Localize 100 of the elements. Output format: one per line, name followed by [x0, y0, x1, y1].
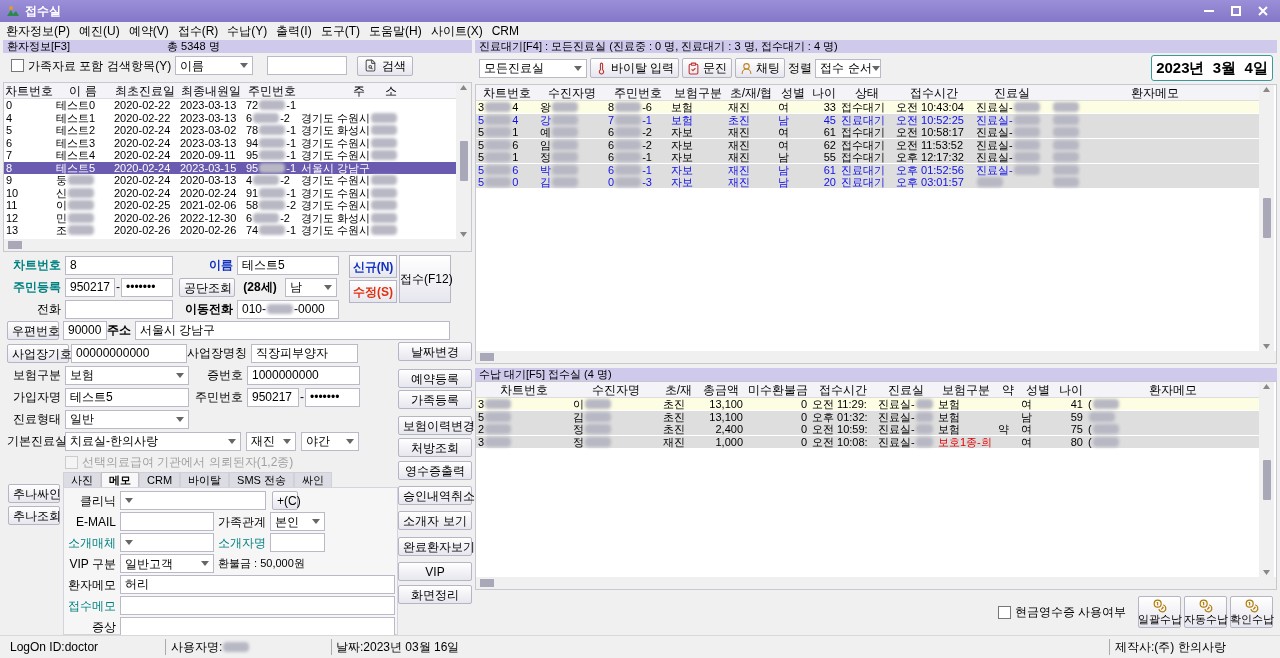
edit-button[interactable]: 수정(S) [349, 280, 397, 303]
dropdown[interactable]: 접수 순서 [815, 58, 882, 78]
table-row[interactable]: 3 정 재진 1,000 0 오전 10:08: 진료실- 보호1종-희 여 80 ( [476, 435, 1259, 448]
scrollbar[interactable] [476, 577, 1276, 589]
payment-button[interactable]: 확인수납 [1230, 596, 1273, 628]
tab[interactable]: SMS 전송 [229, 472, 294, 487]
workplace-button[interactable]: 사업장기호 [7, 343, 69, 363]
scroll-up-icon[interactable] [1263, 87, 1270, 92]
table-row[interactable]: 5 1 예 6 -2 자보 재진 여 61 접수대기 오전 10:58:17 진료실- [476, 126, 1259, 138]
lookup-button[interactable]: 공단조회 [179, 277, 235, 297]
text-field[interactable] [65, 299, 173, 319]
column-header[interactable]: 약 [996, 382, 1019, 397]
scroll-down-icon[interactable] [1263, 570, 1270, 575]
column-header[interactable]: 미수환불금 [746, 382, 810, 397]
scroll-up-icon[interactable] [460, 85, 467, 90]
text-field[interactable]: 8 [65, 255, 173, 275]
dropdown[interactable]: 모든진료실 [479, 58, 587, 78]
scrollbar[interactable] [1259, 382, 1274, 577]
side-button[interactable]: 추나조회 [8, 506, 60, 525]
text-field[interactable]: 950217 [247, 387, 299, 407]
column-header[interactable]: 환자메모 [1050, 85, 1259, 100]
column-header[interactable]: 초/재 [661, 382, 696, 397]
text-field[interactable]: 010- -0000 [237, 299, 339, 319]
scroll-down-icon[interactable] [1263, 344, 1270, 349]
menu-item[interactable]: 예약(V) [128, 22, 169, 40]
column-header[interactable]: 초/재/협 [726, 85, 776, 100]
register-button[interactable]: 접수(F12) [399, 255, 451, 303]
dropdown[interactable]: 이름 [175, 56, 254, 75]
payment-button[interactable]: 자동수납 [1184, 596, 1227, 628]
action-button[interactable]: 날짜변경 [398, 342, 472, 361]
table-row[interactable]: 3 이 초진 13,100 0 오전 11:29: 진료실- 보험 여 41 ( [476, 398, 1259, 410]
dropdown[interactable]: 일반 [65, 409, 189, 429]
tab[interactable]: 사진 [63, 472, 101, 487]
scroll-up-icon[interactable] [1263, 384, 1270, 389]
maximize-icon[interactable] [1231, 6, 1241, 16]
dropdown[interactable]: 본인 [270, 512, 325, 531]
column-header[interactable]: 수진자명 [571, 382, 661, 397]
text-field[interactable] [270, 533, 325, 552]
dropdown[interactable]: 치료실-한의사랑 [65, 431, 241, 451]
table-row[interactable]: 5 0 김 0 -3 자보 재진 남 20 진료대기 오후 03:01:57 [476, 176, 1259, 188]
dropdown[interactable]: 야간 [301, 431, 359, 451]
table-row[interactable]: 5 1 정 6 -1 자보 재진 남 55 접수대기 오후 12:17:32 진료실- [476, 151, 1259, 163]
column-header[interactable]: 환자메모 [1086, 382, 1259, 397]
scroll-thumb[interactable] [480, 353, 494, 361]
scrollbar[interactable] [4, 239, 471, 251]
menu-item[interactable]: 도구(T) [320, 22, 360, 40]
action-button[interactable]: 보험이력변경 [398, 416, 472, 435]
tab[interactable]: 바이탈 [180, 472, 230, 487]
text-field[interactable]: 직장피부양자 [251, 343, 358, 363]
table-row[interactable]: 5 4 강 7 -1 보험 초진 남 45 진료대기 오전 10:52:25 진료실- [476, 113, 1259, 126]
text-field[interactable] [120, 596, 395, 615]
scroll-thumb[interactable] [1262, 459, 1271, 500]
table-row[interactable]: 5 6 박 6 -1 자보 재진 남 61 진료대기 오후 01:52:56 진료실- [476, 163, 1259, 176]
text-field[interactable]: 00000000000 [71, 343, 187, 363]
action-button[interactable]: 승인내역취소 [398, 486, 472, 505]
table-row[interactable]: 8 테스트5 2020-02-24 2023-03-15 95 -1 서울시 강남구 [4, 161, 456, 174]
dropdown[interactable] [120, 533, 214, 552]
scrollbar[interactable] [476, 351, 1276, 363]
menu-item[interactable]: 예진(U) [79, 22, 120, 40]
column-header[interactable]: 상태 [839, 85, 894, 100]
text-field[interactable] [267, 56, 348, 75]
text-field[interactable]: 서울시 강남구 [135, 320, 450, 340]
menu-item[interactable]: 도움말(H) [369, 22, 422, 40]
tab[interactable]: 싸인 [293, 472, 332, 487]
text-field[interactable] [120, 512, 214, 531]
column-header[interactable]: 수진자명 [538, 85, 606, 100]
text-field[interactable]: 90000 [63, 320, 107, 340]
scroll-thumb[interactable] [8, 241, 22, 249]
tool-button[interactable]: 채팅 [735, 58, 786, 78]
table-row[interactable]: 5 김 초진 13,100 0 오후 01:32: 진료실- 보험 남 59 [476, 410, 1259, 423]
action-button[interactable]: 예약등록 [398, 369, 472, 388]
tab[interactable]: 메모 [101, 472, 139, 487]
menu-item[interactable]: 접수(R) [177, 22, 219, 40]
column-header[interactable]: 주민번호 [606, 85, 669, 100]
action-button[interactable]: 처방조회 [398, 438, 472, 457]
action-button[interactable]: 가족등록 [398, 390, 472, 409]
tool-button[interactable]: 문진 [682, 58, 733, 78]
add-button[interactable]: +(C) [272, 491, 298, 510]
action-button[interactable]: 소개자 보기 [398, 511, 472, 530]
text-field[interactable]: 950217 [65, 277, 115, 297]
checkbox[interactable] [997, 605, 1011, 619]
scroll-thumb[interactable] [1262, 198, 1271, 238]
dropdown[interactable]: 일반고객 [120, 554, 214, 573]
column-header[interactable]: 최초진료일 [112, 83, 178, 98]
dropdown[interactable]: 재진 [246, 431, 296, 451]
action-button[interactable]: 영수증출력 [398, 461, 472, 480]
column-header[interactable]: 이 름 [54, 83, 112, 98]
search-button[interactable]: 검색 [357, 55, 414, 76]
side-button[interactable]: 추나싸인 [8, 484, 60, 503]
column-header[interactable]: 진료실 [876, 382, 936, 397]
payment-button[interactable]: 일괄수납 [1138, 596, 1181, 628]
column-header[interactable]: 접수시간 [894, 85, 974, 100]
text-field[interactable]: ••••••• [305, 387, 360, 407]
column-header[interactable]: 나이 [809, 85, 839, 100]
column-header[interactable]: 보험구분 [936, 382, 996, 397]
menu-item[interactable]: 수납(Y) [227, 22, 268, 40]
table-row[interactable]: 5 6 임 6 -2 자보 재진 여 62 접수대기 오전 11:53:52 진료실- [476, 138, 1259, 151]
column-header[interactable]: 차트번호 [476, 85, 538, 100]
menu-item[interactable]: 출력(I) [276, 22, 312, 40]
column-header[interactable]: 나이 [1056, 382, 1086, 397]
